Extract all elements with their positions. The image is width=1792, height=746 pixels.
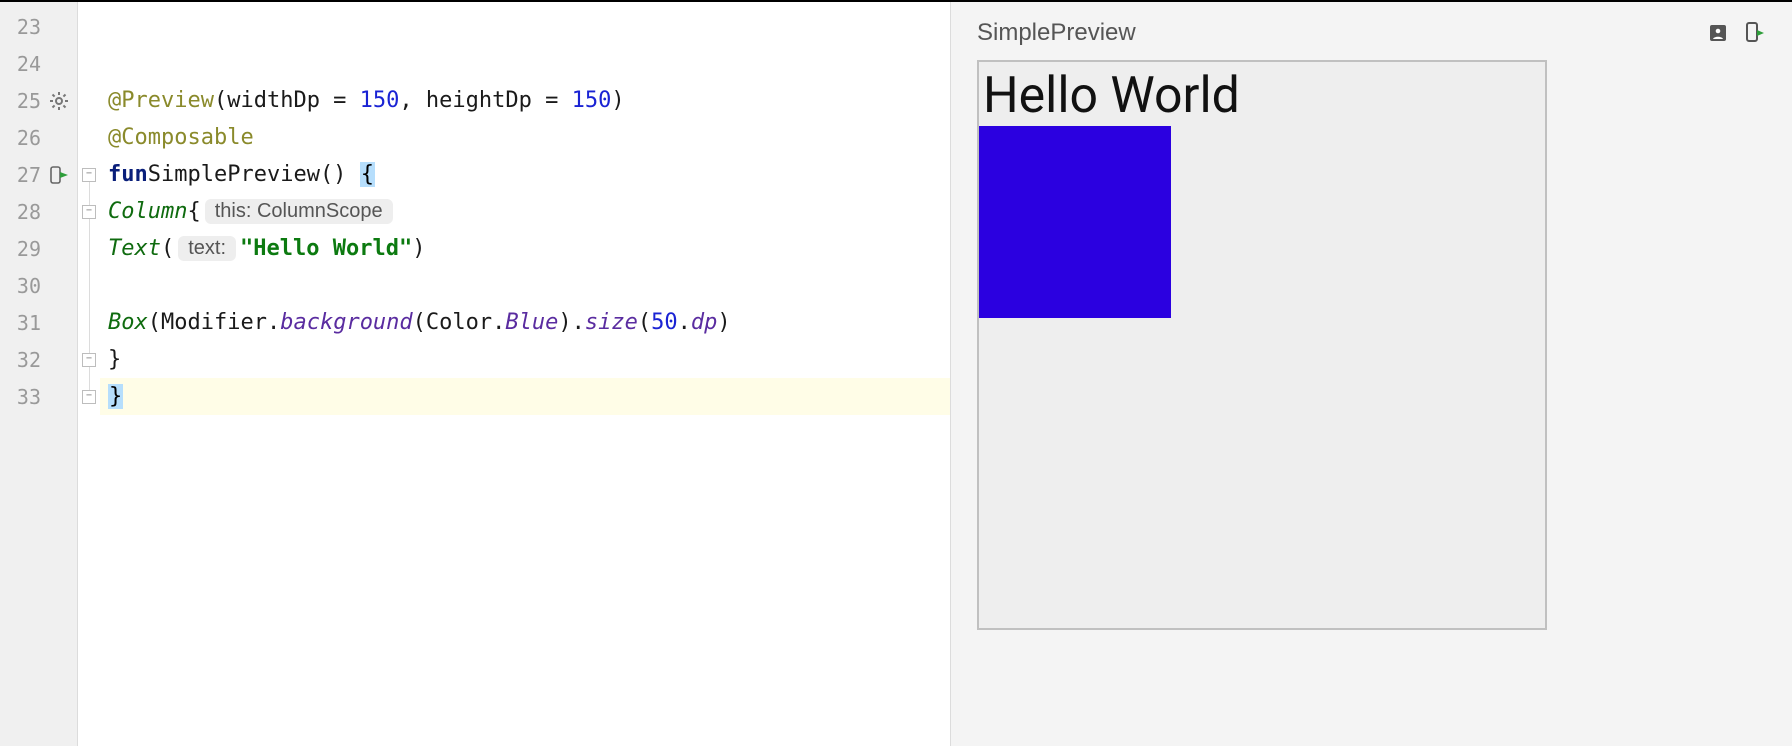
line-number: 25 bbox=[5, 89, 41, 113]
gutter-spacer bbox=[47, 237, 71, 261]
gutter-spacer bbox=[47, 52, 71, 76]
fold-cell bbox=[78, 45, 100, 82]
line-number: 33 bbox=[5, 385, 41, 409]
fold-cell bbox=[78, 267, 100, 304]
gutter-spacer bbox=[47, 385, 71, 409]
code-line[interactable]: @Composable bbox=[100, 119, 950, 156]
code-line[interactable]: Column { this: ColumnScope bbox=[100, 193, 950, 230]
fold-cell bbox=[78, 82, 100, 119]
preview-text: Hello World bbox=[979, 62, 1240, 126]
gutter-row: 29 bbox=[0, 230, 77, 267]
code-line[interactable]: } bbox=[100, 341, 950, 378]
fold-cell: − bbox=[78, 378, 100, 415]
line-number: 32 bbox=[5, 348, 41, 372]
fold-cell bbox=[78, 119, 100, 156]
editor-gutter: 23 24 25 26 27 28 29 30 31 32 33 bbox=[0, 2, 78, 746]
line-number: 28 bbox=[5, 200, 41, 224]
code-line[interactable] bbox=[100, 45, 950, 82]
code-editor-pane: 23 24 25 26 27 28 29 30 31 32 33 − − − − @Preview(wid… bbox=[0, 2, 950, 746]
preview-canvas: Hello World bbox=[977, 60, 1547, 630]
gutter-spacer bbox=[47, 126, 71, 150]
gutter-row: 25 bbox=[0, 82, 77, 119]
fold-toggle-icon[interactable]: − bbox=[82, 353, 96, 367]
code-area[interactable]: − − − − @Preview(widthDp = 150, heightDp = … bbox=[78, 2, 950, 746]
gutter-row: 26 bbox=[0, 119, 77, 156]
preview-header: SimplePreview bbox=[977, 16, 1766, 50]
fold-toggle-icon[interactable]: − bbox=[82, 390, 96, 404]
gutter-spacer bbox=[47, 274, 71, 298]
gutter-spacer bbox=[47, 15, 71, 39]
gutter-row: 31 bbox=[0, 304, 77, 341]
gutter-row: 28 bbox=[0, 193, 77, 230]
gutter-row: 32 bbox=[0, 341, 77, 378]
gear-icon[interactable] bbox=[47, 89, 71, 113]
inlay-hint: this: ColumnScope bbox=[205, 199, 393, 224]
interactive-preview-icon[interactable] bbox=[1706, 21, 1730, 45]
fold-cell bbox=[78, 304, 100, 341]
fold-cell bbox=[78, 230, 100, 267]
app-root: 23 24 25 26 27 28 29 30 31 32 33 − − − − @Preview(wid… bbox=[0, 0, 1792, 746]
fold-strip: − − − − bbox=[78, 8, 100, 746]
fold-cell: − bbox=[78, 341, 100, 378]
code-line[interactable] bbox=[100, 267, 950, 304]
fold-toggle-icon[interactable]: − bbox=[82, 168, 96, 182]
fold-cell: − bbox=[78, 193, 100, 230]
gutter-row: 24 bbox=[0, 45, 77, 82]
code-lines[interactable]: @Preview(widthDp = 150, heightDp = 150)@… bbox=[100, 8, 950, 415]
line-number: 26 bbox=[5, 126, 41, 150]
line-number: 29 bbox=[5, 237, 41, 261]
gutter-row: 23 bbox=[0, 8, 77, 45]
preview-title: SimplePreview bbox=[977, 19, 1694, 47]
code-line[interactable]: fun SimplePreview() { bbox=[100, 156, 950, 193]
fold-cell: − bbox=[78, 156, 100, 193]
line-number: 24 bbox=[5, 52, 41, 76]
gutter-spacer bbox=[47, 311, 71, 335]
gutter-spacer bbox=[47, 348, 71, 372]
line-number: 31 bbox=[5, 311, 41, 335]
run-gutter-icon[interactable] bbox=[47, 163, 71, 187]
gutter-spacer bbox=[47, 200, 71, 224]
fold-cell bbox=[78, 8, 100, 45]
line-number: 30 bbox=[5, 274, 41, 298]
code-line[interactable] bbox=[100, 8, 950, 45]
line-number: 27 bbox=[5, 163, 41, 187]
code-line[interactable]: Box(Modifier.background(Color.Blue).size… bbox=[100, 304, 950, 341]
compose-preview-pane: SimplePreview Hello World bbox=[950, 2, 1792, 746]
fold-toggle-icon[interactable]: − bbox=[82, 205, 96, 219]
deploy-preview-icon[interactable] bbox=[1742, 21, 1766, 45]
gutter-row: 33 bbox=[0, 378, 77, 415]
gutter-row: 27 bbox=[0, 156, 77, 193]
code-line[interactable]: Text(text: "Hello World") bbox=[100, 230, 950, 267]
line-number: 23 bbox=[5, 15, 41, 39]
code-line[interactable]: @Preview(widthDp = 150, heightDp = 150) bbox=[100, 82, 950, 119]
gutter-row: 30 bbox=[0, 267, 77, 304]
code-line[interactable]: } bbox=[100, 378, 950, 415]
inlay-hint: text: bbox=[178, 236, 236, 261]
preview-blue-box bbox=[979, 126, 1171, 318]
